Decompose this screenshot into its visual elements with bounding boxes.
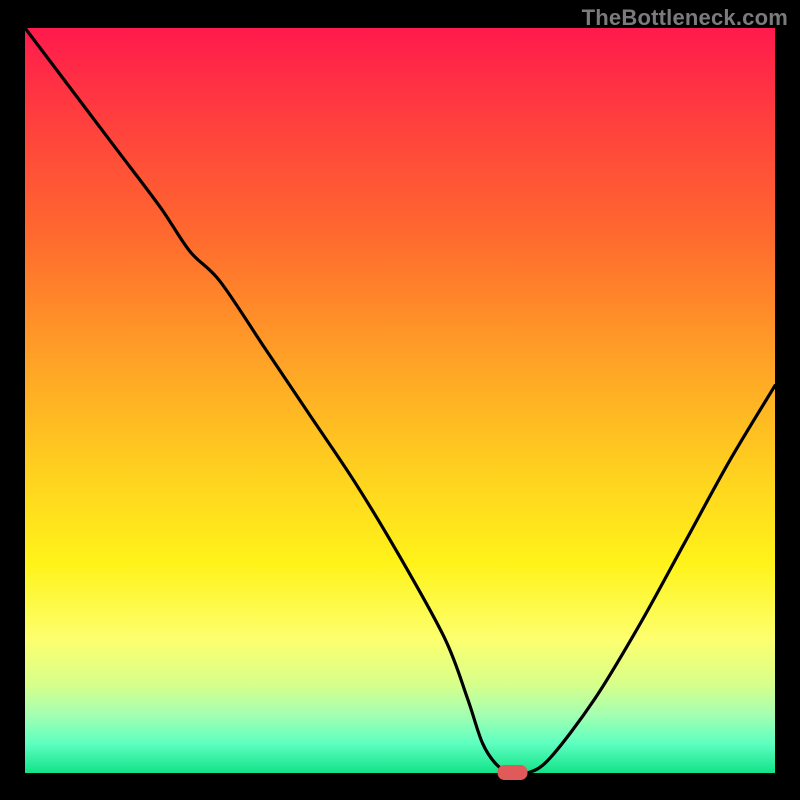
gradient-plot-area — [25, 28, 775, 773]
chart-frame: TheBottleneck.com — [0, 0, 800, 800]
attribution-text: TheBottleneck.com — [582, 5, 788, 31]
